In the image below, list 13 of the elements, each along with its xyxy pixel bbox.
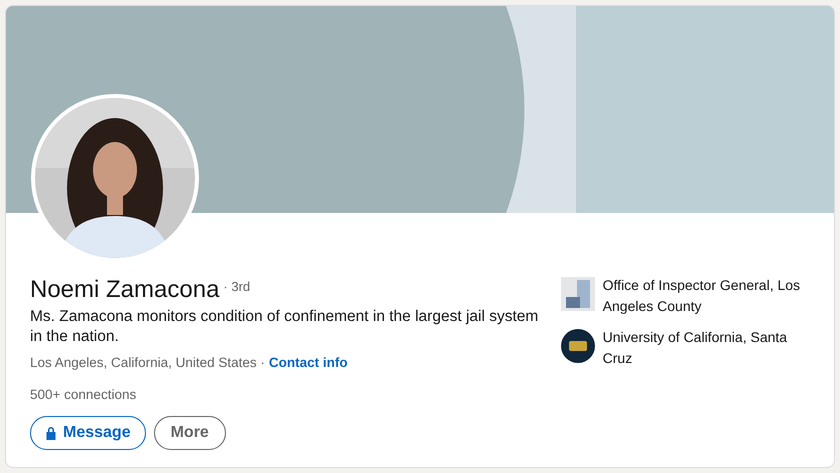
contact-info-link[interactable]: Contact info <box>268 353 348 374</box>
headline: Ms. Zamacona monitors condition of confinement in the largest jail system in the nation. <box>30 307 540 347</box>
connection-degree: · 3rd <box>223 278 250 296</box>
message-button[interactable]: Message <box>30 416 146 450</box>
affiliation-link[interactable]: University of California, Santa Cruz <box>602 327 810 369</box>
profile-name: Noemi Zamacona <box>30 275 220 305</box>
location: Los Angeles, California, United States · <box>30 354 265 372</box>
seal-icon <box>560 329 595 363</box>
lock-icon <box>45 426 57 440</box>
connections-count: 500+ connections <box>30 386 138 404</box>
affiliation-link[interactable]: Office of Inspector General, Los Angeles County <box>602 275 810 317</box>
more-button[interactable]: More <box>154 416 226 450</box>
building-blocks-icon <box>560 277 595 311</box>
